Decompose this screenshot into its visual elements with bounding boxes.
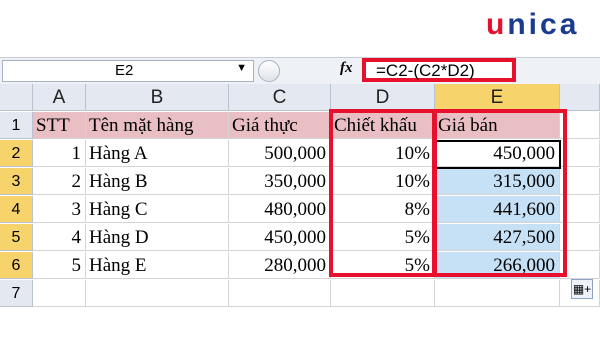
chevron-down-icon[interactable]: ▼ (236, 62, 247, 74)
cell-price[interactable]: 350,000 (229, 168, 331, 195)
logo-letter: i (528, 8, 540, 41)
empty-cell[interactable] (560, 112, 600, 139)
column-header-e[interactable]: E (435, 84, 560, 111)
cell-price[interactable]: 450,000 (229, 224, 331, 251)
header-cell-stt[interactable]: STT (33, 112, 86, 139)
logo-letter: c (540, 8, 560, 41)
cell-item-name[interactable]: Hàng E (86, 252, 229, 279)
table-row: 3 2 Hàng B 350,000 10% 315,000 (0, 168, 600, 196)
row-header[interactable]: 3 (0, 168, 33, 195)
cell-item-name[interactable]: Hàng A (86, 140, 229, 167)
table-row: 2 1 Hàng A 500,000 10% 450,000 (0, 140, 600, 168)
empty-cell[interactable] (331, 280, 435, 307)
header-cell-gia-thuc[interactable]: Giá thực (229, 112, 331, 139)
empty-cell[interactable] (560, 252, 600, 279)
logo-letter: n (507, 8, 529, 41)
cell-discount[interactable]: 10% (331, 140, 435, 167)
unica-logo: unica (0, 0, 600, 50)
empty-cell[interactable] (560, 224, 600, 251)
cell-discount[interactable]: 10% (331, 168, 435, 195)
empty-cell[interactable] (435, 280, 560, 307)
logo-letter: u (486, 8, 508, 41)
row-header[interactable]: 6 (0, 252, 33, 279)
cell-discount[interactable]: 8% (331, 196, 435, 223)
row-header[interactable]: 4 (0, 196, 33, 223)
column-header-f[interactable] (560, 84, 600, 111)
table-row: 5 4 Hàng D 450,000 5% 427,500 (0, 224, 600, 252)
empty-cell[interactable] (560, 196, 600, 223)
column-header-a[interactable]: A (33, 84, 86, 111)
column-header-row: A B C D E (0, 84, 600, 112)
cell-item-name[interactable]: Hàng C (86, 196, 229, 223)
cell-stt[interactable]: 2 (33, 168, 86, 195)
select-all-corner[interactable] (0, 84, 33, 111)
cell-sale-price[interactable]: 450,000 (435, 140, 560, 167)
logo-wordmark: unica (486, 8, 579, 42)
table-row: 7 (0, 280, 600, 308)
table-row: 4 3 Hàng C 480,000 8% 441,600 (0, 196, 600, 224)
column-header-b[interactable]: B (86, 84, 229, 111)
cell-price[interactable]: 500,000 (229, 140, 331, 167)
name-box[interactable]: E2 ▼ (2, 60, 254, 82)
empty-cell[interactable] (560, 168, 600, 195)
row-header[interactable]: 1 (0, 112, 33, 139)
formula-bar: E2 ▼ fx =C2-(C2*D2) (0, 57, 600, 85)
cell-price[interactable]: 280,000 (229, 252, 331, 279)
cell-sale-price[interactable]: 441,600 (435, 196, 560, 223)
table-row: 1 STT Tên mặt hàng Giá thực Chiết khấu G… (0, 112, 600, 140)
cell-item-name[interactable]: Hàng D (86, 224, 229, 251)
cell-sale-price[interactable]: 427,500 (435, 224, 560, 251)
cell-stt[interactable]: 5 (33, 252, 86, 279)
formula-input[interactable]: =C2-(C2*D2) (362, 58, 516, 82)
row-header[interactable]: 2 (0, 140, 33, 167)
cell-stt[interactable]: 4 (33, 224, 86, 251)
row-header[interactable]: 5 (0, 224, 33, 251)
empty-cell[interactable] (33, 280, 86, 307)
empty-cell[interactable] (229, 280, 331, 307)
cell-sale-price[interactable]: 315,000 (435, 168, 560, 195)
cell-price[interactable]: 480,000 (229, 196, 331, 223)
header-cell-ten-mat-hang[interactable]: Tên mặt hàng (86, 112, 229, 139)
cell-stt[interactable]: 3 (33, 196, 86, 223)
cell-stt[interactable]: 1 (33, 140, 86, 167)
cell-discount[interactable]: 5% (331, 252, 435, 279)
cell-item-name[interactable]: Hàng B (86, 168, 229, 195)
table-row: 6 5 Hàng E 280,000 5% 266,000 (0, 252, 600, 280)
empty-cell[interactable] (86, 280, 229, 307)
header-cell-chiet-khau[interactable]: Chiết khấu (331, 112, 435, 139)
logo-letter: a (559, 8, 580, 41)
name-box-value: E2 (115, 62, 134, 79)
cell-sale-price[interactable]: 266,000 (435, 252, 560, 279)
column-header-d[interactable]: D (331, 84, 435, 111)
paste-options-icon[interactable]: ▦+ (571, 279, 593, 299)
row-header[interactable]: 7 (0, 280, 33, 307)
formula-bar-handle-icon[interactable] (258, 60, 280, 82)
column-header-c[interactable]: C (229, 84, 331, 111)
empty-cell[interactable] (560, 140, 600, 167)
fx-icon[interactable]: fx (340, 60, 353, 77)
header-cell-gia-ban[interactable]: Giá bán (435, 112, 560, 139)
cell-discount[interactable]: 5% (331, 224, 435, 251)
